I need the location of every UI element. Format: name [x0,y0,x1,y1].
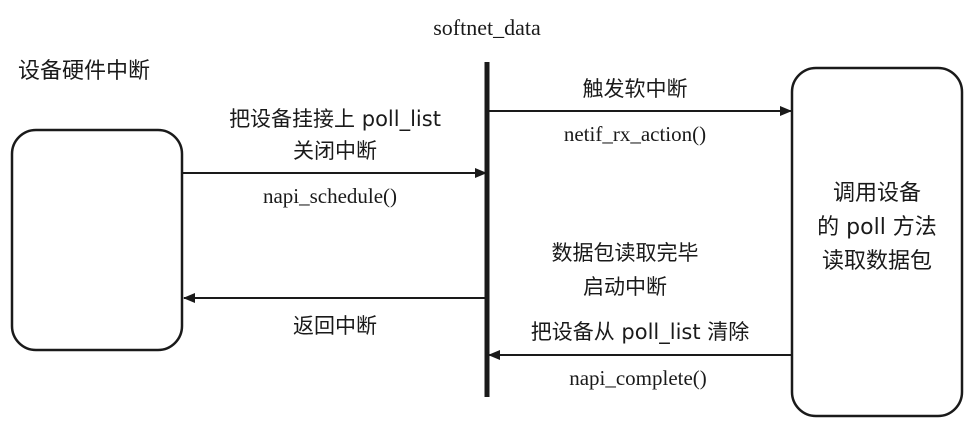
center-label: softnet_data [433,15,541,40]
poll-done-label-3: 把设备从 poll_list 清除 [531,320,750,345]
poll-done-label-1: 数据包读取完毕 [552,241,699,265]
left-title: 设备硬件中断 [18,59,150,84]
right-box-line1: 调用设备 [833,181,921,206]
poll-done-label-2: 启动中断 [583,275,667,299]
right-box-line3: 读取数据包 [822,249,932,274]
napi-flow-diagram: softnet_data 设备硬件中断 调用设备 的 poll 方法 读取数据包… [10,15,964,418]
right-box-line2: 的 poll 方法 [817,215,937,240]
softirq-label: 触发软中断 [583,77,688,101]
hardware-device-box [10,128,184,352]
return-label: 返回中断 [293,314,377,338]
schedule-label-1: 把设备挂接上 poll_list [229,107,441,132]
schedule-label-2: 关闭中断 [293,139,377,163]
complete-func: napi_complete() [569,366,707,390]
poll-method-box [790,66,964,418]
schedule-func: napi_schedule() [263,184,397,208]
softirq-func: netif_rx_action() [564,122,706,146]
